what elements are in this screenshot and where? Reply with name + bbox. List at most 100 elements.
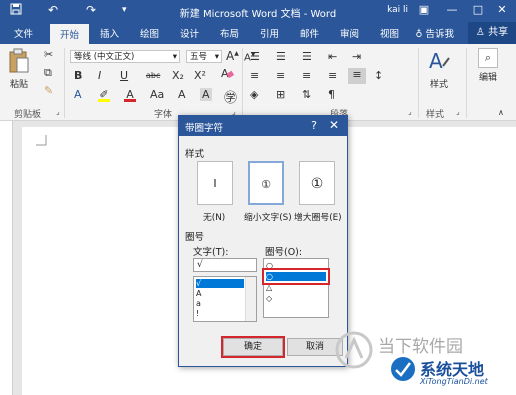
font-color-glyph: A (126, 88, 134, 101)
distributed-icon[interactable]: ≡ (348, 68, 366, 84)
align-right-icon[interactable]: ≡ (302, 69, 311, 82)
style-option-none[interactable]: I (197, 161, 233, 205)
tab-insert[interactable]: 插入 (100, 26, 119, 40)
font-color-button[interactable]: A (124, 88, 136, 102)
show-marks-icon[interactable]: ¶ (328, 88, 335, 101)
style-option-enlarge-symbol[interactable]: ① (299, 161, 335, 205)
circle-section-label: 圈号 (185, 232, 205, 243)
tab-home[interactable]: 开始 (50, 24, 90, 45)
tab-view[interactable]: 视图 (380, 26, 399, 40)
style-none-caption[interactable]: 无(N) (203, 210, 225, 223)
maximize-icon[interactable]: □ (466, 3, 490, 16)
user-name[interactable]: kai li (387, 5, 408, 15)
style-shrink-caption[interactable]: 缩小文字(S) (244, 210, 292, 223)
divider (242, 48, 243, 118)
text-list[interactable]: √ A a ! (193, 276, 257, 322)
font-size-select[interactable]: 五号 ▾ (186, 50, 222, 63)
align-center-icon[interactable]: ≡ (276, 69, 285, 82)
justify-icon[interactable]: ≡ (328, 69, 337, 82)
list-item[interactable]: ! (196, 309, 199, 318)
magnifier-icon: ⌕ (478, 48, 498, 68)
highlight-button[interactable]: ✐ (98, 88, 110, 102)
bullets-icon[interactable]: ☰ (250, 50, 260, 63)
character-border-button[interactable]: A (200, 88, 212, 101)
increase-indent-icon[interactable]: ⇥ (352, 50, 361, 63)
eraser-icon: A (221, 67, 235, 80)
ring-selection-highlight (262, 268, 330, 285)
borders-icon[interactable]: ⊞ (276, 88, 285, 101)
style-enlarge-caption[interactable]: 增大圈号(E) (294, 210, 342, 223)
font-name-value: 等线 (中文正文) (74, 52, 135, 62)
paragraph-launcher-icon[interactable]: ⌟ (408, 107, 412, 116)
ribbon-display-icon[interactable]: ▣ (412, 3, 436, 16)
clipboard-group-label: 剪贴板 (14, 110, 42, 120)
dialog-title-bar: 带圈字符 ? ✕ (179, 116, 347, 136)
window-title: 新建 Microsoft Word 文档 - Word (179, 9, 337, 20)
collapse-ribbon-icon[interactable]: ∧ (498, 108, 504, 117)
text-input[interactable]: √ (193, 258, 257, 272)
tab-layout[interactable]: 布局 (220, 26, 239, 40)
grow-font-button[interactable]: A▲ (226, 49, 239, 63)
tab-draw[interactable]: 绘图 (140, 26, 159, 40)
tab-file[interactable]: 文件 (14, 26, 33, 40)
tab-references[interactable]: 引用 (260, 26, 279, 40)
format-painter-icon[interactable]: ✎ (44, 84, 53, 97)
close-window-icon[interactable]: ✕ (490, 3, 514, 16)
decrease-indent-icon[interactable]: ⇤ (328, 50, 337, 63)
italic-button[interactable]: I (98, 69, 101, 82)
numbering-icon[interactable]: ☰ (276, 50, 286, 63)
ring-list[interactable]: ○ ○ △ ◇ (263, 258, 329, 318)
line-spacing-icon[interactable]: ↕ (374, 69, 383, 82)
underline-button[interactable]: U (120, 69, 128, 82)
list-item[interactable]: a (196, 299, 201, 308)
superscript-button[interactable]: X² (194, 69, 206, 82)
chevron-down-icon: ▾ (172, 52, 177, 62)
style-option-shrink-text[interactable]: ① (248, 161, 284, 205)
copy-icon[interactable]: ⧉ (44, 66, 52, 80)
sort-icon[interactable]: ⇅ (302, 88, 311, 101)
tab-review[interactable]: 审阅 (340, 26, 359, 40)
multilevel-list-icon[interactable]: ☰ (302, 50, 312, 63)
enclose-characters-button[interactable]: ㊫ (224, 87, 237, 106)
tell-me-box[interactable]: ♁ 告诉我 (415, 26, 454, 40)
styles-launcher-icon[interactable]: ⌟ (456, 107, 460, 116)
font-group-label: 字体 (154, 110, 173, 120)
align-left-icon[interactable]: ≡ (250, 69, 259, 82)
dialog-close-button[interactable]: ✕ (329, 118, 339, 132)
ring-label: 圈号(O): (265, 247, 303, 258)
styles-label: 样式 (429, 80, 448, 90)
cut-icon[interactable]: ✂ (44, 48, 53, 61)
list-item[interactable]: √ (196, 279, 244, 288)
styles-button[interactable]: A 样式 (424, 48, 454, 90)
shading-icon[interactable]: ◈ (250, 88, 258, 101)
editing-label: 编辑 (478, 73, 497, 83)
minimize-icon[interactable]: — (440, 3, 464, 16)
text-list-scrollbar[interactable] (245, 277, 256, 321)
title-bar: ↶ ↷ ▾ 新建 Microsoft Word 文档 - Word kai li… (0, 0, 516, 22)
list-item[interactable]: ◇ (266, 294, 272, 303)
style-section-label: 样式 (185, 149, 205, 160)
divider (466, 48, 467, 118)
list-item[interactable]: A (196, 289, 201, 298)
tab-mailings[interactable]: 邮件 (300, 26, 319, 40)
grow-font-label: A (226, 49, 235, 63)
lightbulb-icon: ♁ (415, 29, 423, 40)
editing-button[interactable]: ⌕ 编辑 (470, 48, 506, 83)
highlighter-icon: ✐ (99, 88, 109, 101)
share-label: 共享 (488, 27, 509, 38)
subscript-button[interactable]: X₂ (172, 69, 184, 82)
clipboard-icon (9, 48, 29, 73)
bold-button[interactable]: B (74, 69, 82, 82)
ribbon: 粘贴 ✂ ⧉ ✎ 剪贴板 ⌟ 等线 (中文正文) ▾ 五号 ▾ A▲ A▼ B … (0, 44, 516, 121)
change-case-button[interactable]: Aa (150, 88, 164, 101)
clipboard-launcher-icon[interactable]: ⌟ (56, 107, 60, 116)
character-shading-button[interactable]: A (178, 88, 186, 101)
help-button[interactable]: ? (311, 119, 317, 132)
text-effects-button[interactable]: A (74, 88, 82, 101)
clear-formatting-button[interactable]: A (220, 66, 235, 83)
font-name-select[interactable]: 等线 (中文正文) ▾ (70, 50, 180, 63)
tab-design[interactable]: 设计 (180, 26, 199, 40)
strikethrough-button[interactable]: abc (146, 71, 160, 80)
share-button[interactable]: ♙ 共享 (468, 22, 516, 44)
paste-button[interactable]: 粘贴 (6, 48, 32, 90)
